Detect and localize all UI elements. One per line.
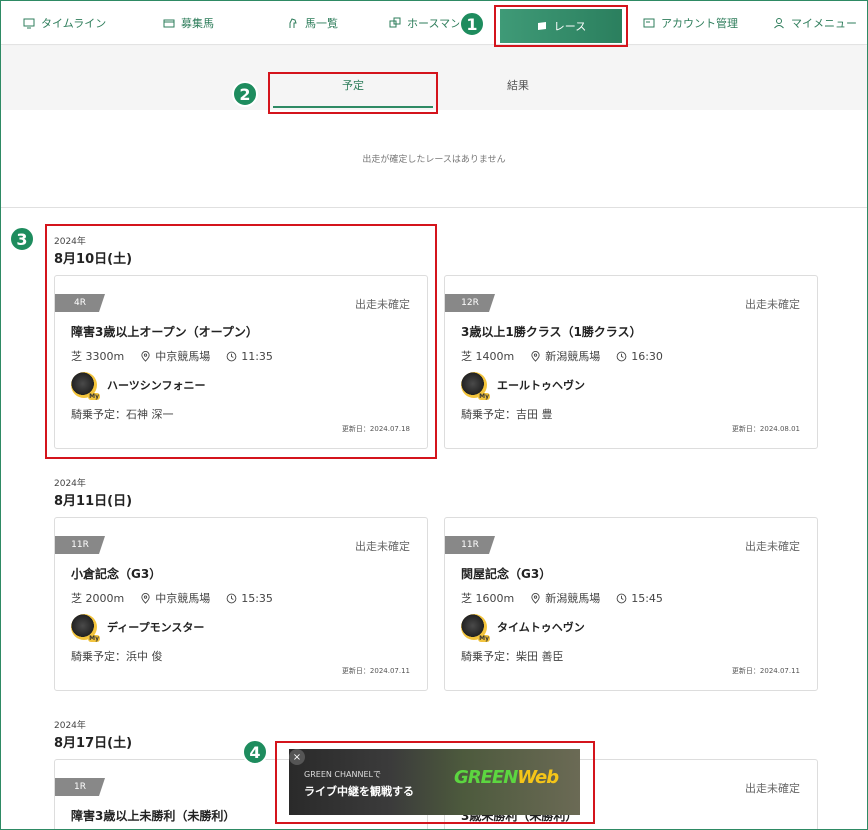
clock-icon (226, 593, 237, 604)
updated-date: 更新日：2024.07.11 (342, 666, 410, 676)
horse-avatar: My (71, 614, 97, 640)
divider (1, 207, 867, 208)
nav-item-label: アカウント管理 (661, 15, 738, 31)
location-pin-icon (530, 351, 541, 362)
race-number-badge: 1R (55, 778, 105, 796)
horse-row[interactable]: My ディープモンスター (71, 614, 204, 640)
updated-date: 更新日：2024.08.01 (732, 424, 800, 434)
race-time: 16:30 (631, 350, 663, 363)
horse-name: エールトゥヘヴン (497, 377, 585, 393)
race-distance: 芝 2000m (71, 590, 124, 606)
monitor-icon (23, 17, 35, 29)
jockey: 騎乗予定：柴田 善臣 (461, 648, 564, 664)
horse-name: ディープモンスター (107, 619, 204, 635)
step-marker: 4 (242, 739, 268, 765)
race-status: 出走未確定 (745, 296, 800, 312)
nav-item-horses[interactable]: 馬一覧 (287, 1, 338, 45)
horse-avatar: My (461, 372, 487, 398)
top-nav: タイムライン 募集馬 馬一覧 ホースマン レース アカウント管理 マイメニュー (1, 1, 867, 45)
race-status: 出走未確定 (355, 538, 410, 554)
nav-item-label: 募集馬 (181, 15, 214, 31)
location-pin-icon (530, 593, 541, 604)
tab-results[interactable]: 結果 (438, 77, 598, 93)
race-number-badge: 12R (445, 294, 495, 312)
nav-item-timeline[interactable]: タイムライン (23, 1, 106, 45)
day-date: 8月17日(土) (54, 732, 132, 751)
step-marker: 2 (232, 81, 258, 107)
nav-item-label: 馬一覧 (305, 15, 338, 31)
nav-item-horseman[interactable]: ホースマン (389, 1, 461, 45)
day-year: 2024年 (54, 718, 86, 731)
updated-date: 更新日：2024.07.11 (732, 666, 800, 676)
nav-item-label: マイメニュー (791, 15, 857, 31)
race-number-badge: 11R (445, 536, 495, 554)
race-venue: 中京競馬場 (155, 590, 210, 606)
race-status: 出走未確定 (745, 780, 800, 796)
highlight-box-3 (45, 224, 437, 459)
location-pin-icon (140, 593, 151, 604)
my-badge: My (88, 635, 100, 642)
empty-message: 出走が確定したレースはありません (1, 152, 867, 165)
race-card[interactable]: 11R 出走未確定 関屋記念（G3） 芝 1600m 新潟競馬場 15:45 M… (444, 517, 818, 691)
people-icon (389, 17, 401, 29)
horse-row[interactable]: My タイムトゥヘヴン (461, 614, 585, 640)
horse-name: タイムトゥヘヴン (497, 619, 585, 635)
wallet-icon (163, 17, 175, 29)
step-marker: 1 (459, 11, 485, 37)
race-venue: 新潟競馬場 (545, 590, 600, 606)
race-meta: 芝 2000m 中京競馬場 15:35 (71, 590, 273, 606)
race-time: 15:45 (631, 592, 663, 605)
nav-item-label: ホースマン (407, 15, 461, 31)
race-card[interactable]: 12R 出走未確定 3歳以上1勝クラス（1勝クラス） 芝 1400m 新潟競馬場… (444, 275, 818, 449)
nav-item-label: タイムライン (41, 15, 106, 31)
my-badge: My (478, 393, 490, 400)
race-number-badge: 11R (55, 536, 105, 554)
page-frame: タイムライン 募集馬 馬一覧 ホースマン レース アカウント管理 マイメニュー … (0, 0, 868, 830)
clock-icon (616, 351, 627, 362)
race-name: 小倉記念（G3） (71, 565, 161, 582)
race-venue: 新潟競馬場 (545, 348, 600, 364)
horse-avatar: My (461, 614, 487, 640)
race-card[interactable]: 11R 出走未確定 小倉記念（G3） 芝 2000m 中京競馬場 15:35 M… (54, 517, 428, 691)
race-distance: 芝 1600m (461, 590, 514, 606)
nav-item-recruit[interactable]: 募集馬 (163, 1, 214, 45)
race-name: 障害3歳以上未勝利（未勝利） (71, 807, 235, 824)
jockey: 騎乗予定：浜中 俊 (71, 648, 163, 664)
nav-item-mymenu[interactable]: マイメニュー (773, 1, 857, 45)
highlight-box-2 (268, 72, 438, 114)
race-meta: 芝 1600m 新潟競馬場 15:45 (461, 590, 663, 606)
horse-icon (287, 17, 299, 29)
user-icon (773, 17, 785, 29)
card-icon (643, 17, 655, 29)
nav-item-account[interactable]: アカウント管理 (643, 1, 738, 45)
day-date: 8月11日(日) (54, 490, 132, 509)
clock-icon (616, 593, 627, 604)
race-name: 3歳以上1勝クラス（1勝クラス） (461, 323, 642, 340)
highlight-box-1 (494, 5, 628, 47)
race-status: 出走未確定 (745, 538, 800, 554)
horse-row[interactable]: My エールトゥヘヴン (461, 372, 585, 398)
race-distance: 芝 1400m (461, 348, 514, 364)
race-name: 関屋記念（G3） (461, 565, 551, 582)
race-time: 15:35 (241, 592, 273, 605)
day-year: 2024年 (54, 476, 86, 489)
my-badge: My (478, 635, 490, 642)
step-marker: 3 (9, 226, 35, 252)
jockey: 騎乗予定：吉田 豊 (461, 406, 553, 422)
highlight-box-4 (275, 741, 595, 824)
race-meta: 芝 1400m 新潟競馬場 16:30 (461, 348, 663, 364)
